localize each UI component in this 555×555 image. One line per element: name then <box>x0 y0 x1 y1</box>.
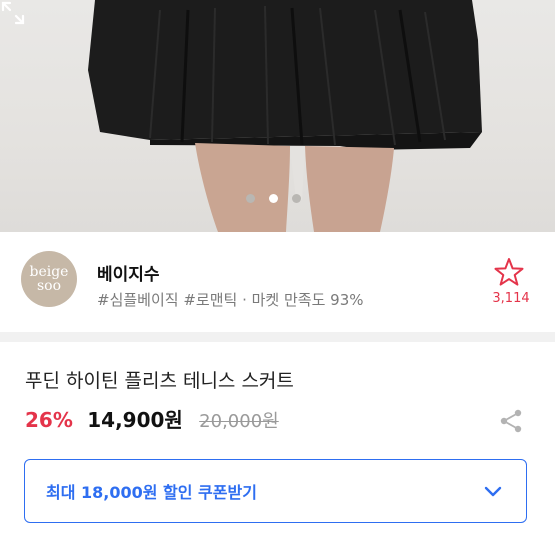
shop-logo-text: soo <box>36 278 62 294</box>
original-price: 20,000원 <box>199 411 279 432</box>
carousel-dot[interactable] <box>292 194 301 203</box>
price-row: 26% 14,900원 20,000원 <box>25 404 279 433</box>
carousel-dot[interactable] <box>246 194 255 203</box>
star-icon[interactable] <box>491 256 527 288</box>
carousel-dots <box>246 194 301 203</box>
coupon-button[interactable]: 최대 18,000원 할인 쿠폰받기 <box>24 459 527 523</box>
share-icon[interactable] <box>498 408 524 434</box>
favorite-count: 3,114 <box>492 291 530 306</box>
coupon-label: 최대 18,000원 할인 쿠폰받기 <box>46 483 257 502</box>
shop-name[interactable]: 베이지수 <box>97 260 160 285</box>
shop-tags: #심플베이직 #로맨틱 · 마켓 만족도 93% <box>97 291 364 309</box>
discount-rate: 26% <box>25 408 73 432</box>
product-image[interactable] <box>0 0 555 232</box>
shop-logo[interactable]: beige soo <box>21 251 77 307</box>
chevron-down-icon <box>484 486 502 497</box>
shop-logo-text: beige <box>29 264 69 280</box>
section-divider <box>0 332 555 342</box>
sale-price: 14,900원 <box>87 408 183 432</box>
shop-info[interactable] <box>0 232 555 332</box>
carousel-dot-active[interactable] <box>269 194 278 203</box>
product-title: 푸딘 하이틴 플리츠 테니스 스커트 <box>25 370 294 392</box>
expand-icon[interactable] <box>0 0 26 26</box>
